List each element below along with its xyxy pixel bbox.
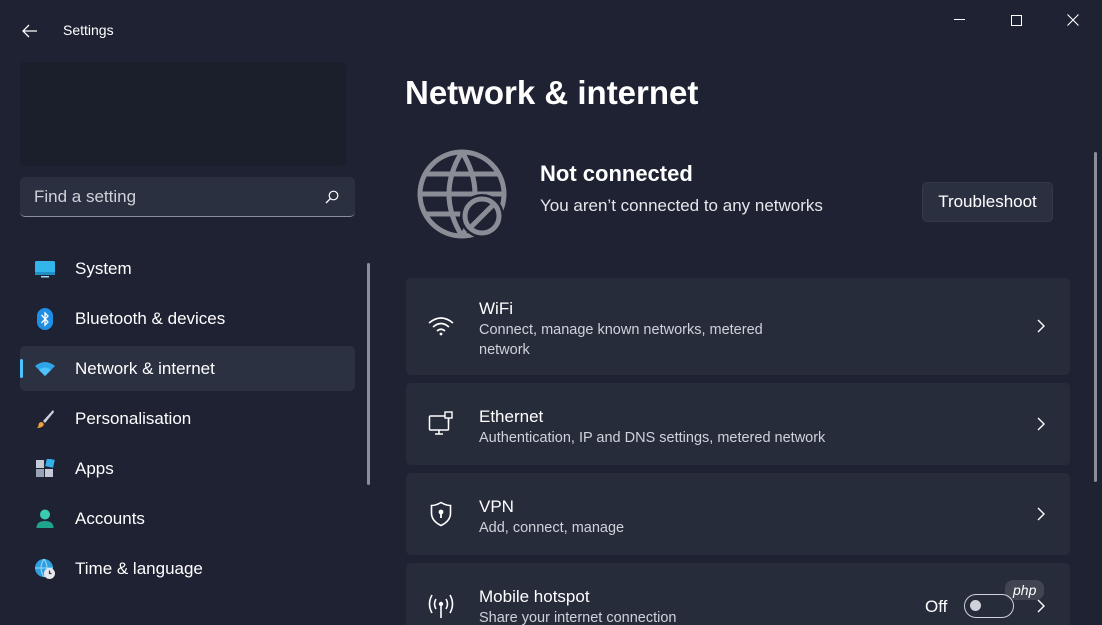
ethernet-icon: [426, 409, 456, 439]
sidebar-item-personalisation[interactable]: Personalisation: [20, 396, 355, 441]
minimize-icon: [953, 19, 965, 20]
sidebar-item-label: Network & internet: [75, 358, 215, 378]
hotspot-icon: [426, 591, 456, 621]
profile-area: [20, 62, 346, 166]
title-bar: Settings: [0, 0, 1102, 60]
vpn-subtitle: Add, connect, manage: [479, 520, 625, 536]
mobile-hotspot-card[interactable]: Mobile hotspot Share your internet conne…: [406, 563, 1070, 625]
sidebar-item-network[interactable]: Network & internet: [20, 346, 355, 391]
sidebar-item-apps[interactable]: Apps: [20, 446, 355, 491]
globe-disconnected-icon: [416, 148, 512, 244]
network-icon: [34, 358, 56, 380]
sidebar-item-accounts[interactable]: Accounts: [20, 496, 355, 541]
person-icon: [34, 508, 56, 530]
watermark-logo: php: [1005, 580, 1045, 600]
wifi-icon: [426, 311, 456, 341]
search-icon[interactable]: [323, 188, 341, 206]
maximize-icon: [1010, 14, 1022, 26]
sidebar-item-label: Personalisation: [75, 408, 192, 428]
sidebar-item-time-language[interactable]: Time & language: [20, 546, 355, 591]
chevron-right-icon: [1034, 318, 1048, 334]
mobile-hotspot-subtitle: Share your internet connection: [479, 610, 677, 625]
sidebar-nav: System Bluetooth & devices Network & int…: [20, 246, 355, 596]
globe-clock-icon: [34, 558, 56, 580]
troubleshoot-button[interactable]: Troubleshoot: [922, 182, 1053, 222]
connection-status-title: Not connected: [540, 161, 693, 186]
hotspot-toggle-label: Off: [925, 597, 948, 616]
chevron-right-icon: [1034, 416, 1048, 432]
sidebar-item-label: System: [75, 258, 132, 278]
wifi-title: WiFi: [479, 299, 513, 318]
sidebar-item-label: Time & language: [75, 558, 203, 578]
maximize-button[interactable]: [987, 0, 1045, 40]
sidebar-item-label: Bluetooth & devices: [75, 308, 226, 328]
wifi-subtitle: Connect, manage known networks, metered …: [479, 322, 763, 358]
close-button[interactable]: [1044, 0, 1102, 40]
app-title: Settings: [63, 22, 114, 38]
arrow-left-icon: [22, 24, 37, 38]
settings-window: Settings Find a setting System Bluetooth…: [0, 0, 1102, 625]
vpn-shield-icon: [426, 499, 456, 529]
sidebar-scrollbar[interactable]: [367, 263, 370, 485]
sidebar-item-system[interactable]: System: [20, 246, 355, 291]
page-title: Network & internet: [405, 74, 699, 111]
sidebar-item-bluetooth[interactable]: Bluetooth & devices: [20, 296, 355, 341]
connection-status-subtitle: You aren’t connected to any networks: [540, 196, 823, 215]
search-input[interactable]: Find a setting: [20, 177, 355, 217]
sidebar-item-label: Accounts: [75, 508, 145, 528]
mobile-hotspot-title: Mobile hotspot: [479, 587, 590, 606]
bluetooth-icon: [34, 307, 56, 330]
chevron-right-icon: [1034, 506, 1048, 522]
apps-icon: [34, 458, 56, 480]
chevron-right-icon: [1034, 598, 1048, 614]
paintbrush-icon: [34, 408, 56, 430]
vpn-card[interactable]: VPN Add, connect, manage: [406, 473, 1070, 555]
ethernet-card[interactable]: Ethernet Authentication, IP and DNS sett…: [406, 383, 1070, 465]
main-scrollbar[interactable]: [1094, 152, 1097, 482]
ethernet-title: Ethernet: [479, 407, 544, 426]
toggle-knob: [970, 600, 981, 611]
vpn-title: VPN: [479, 497, 514, 516]
search-placeholder: Find a setting: [34, 186, 137, 206]
minimize-button[interactable]: [930, 0, 988, 40]
sidebar-item-label: Apps: [75, 458, 114, 478]
ethernet-subtitle: Authentication, IP and DNS settings, met…: [479, 430, 826, 446]
back-button[interactable]: [14, 16, 46, 46]
close-icon: [1067, 14, 1079, 26]
wifi-card[interactable]: WiFi Connect, manage known networks, met…: [406, 278, 1070, 375]
system-icon: [34, 258, 56, 280]
